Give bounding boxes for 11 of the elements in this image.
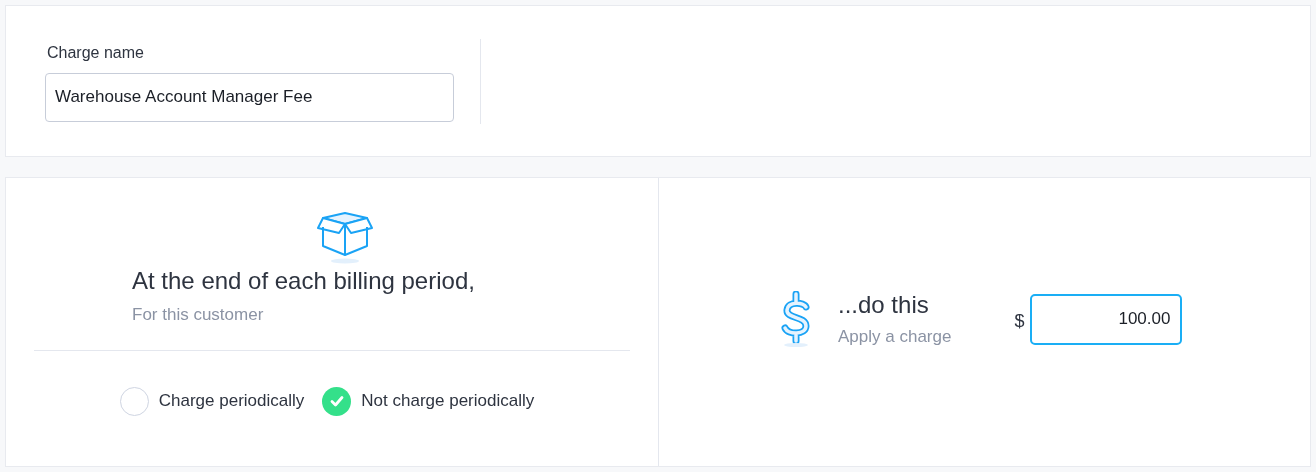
dollar-icon — [779, 291, 813, 347]
amount-field[interactable]: 100.00 — [1030, 293, 1183, 345]
currency-symbol: $ — [1014, 309, 1025, 333]
field-label: Charge name — [46, 42, 145, 63]
radio-option[interactable]: Not charge periodically — [322, 386, 535, 416]
radio-option[interactable]: Charge periodically — [119, 386, 305, 416]
trigger-subtitle: For this customer — [132, 304, 265, 326]
action-title: ...do this — [838, 290, 930, 321]
charge-name-field[interactable]: Warehouse Account Manager Fee — [45, 72, 454, 122]
action-subtitle: Apply a charge — [838, 326, 952, 349]
trigger-title: At the end of each billing period, — [132, 266, 476, 296]
